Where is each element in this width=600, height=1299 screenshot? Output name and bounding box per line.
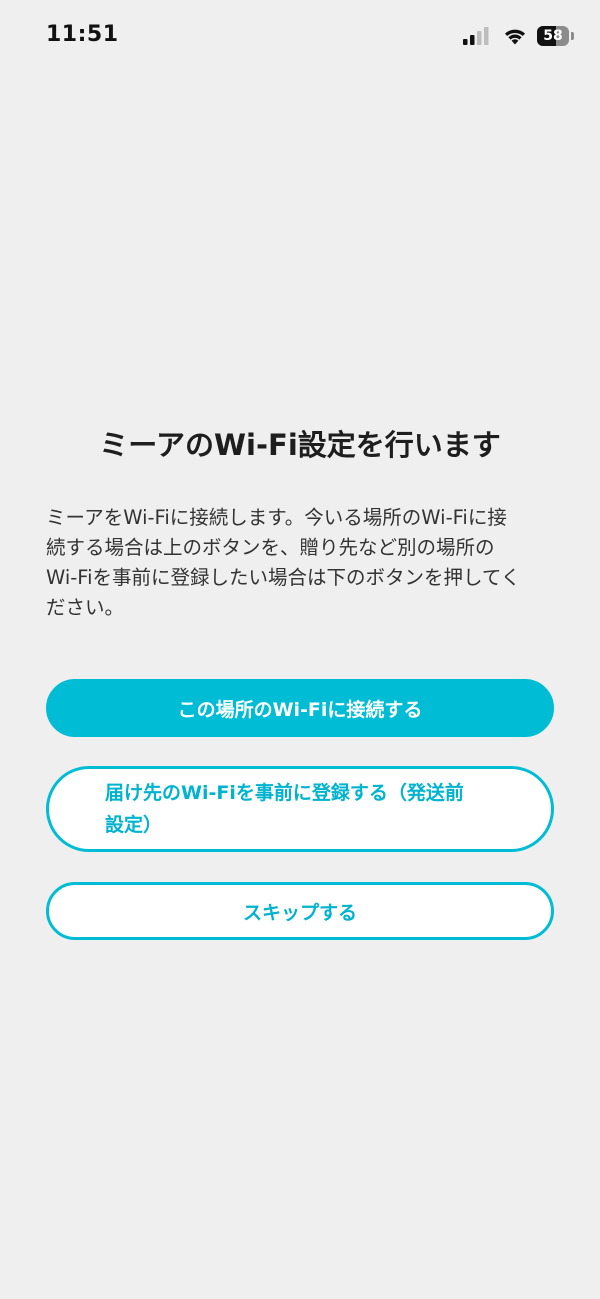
- cellular-signal-icon: [463, 27, 489, 45]
- page-title: ミーアのWi-Fi設定を行います: [99, 428, 501, 462]
- skip-button[interactable]: スキップする: [46, 882, 554, 940]
- battery-level: 58: [543, 28, 563, 44]
- battery-cap: [571, 32, 574, 40]
- register-destination-wifi-button[interactable]: 届け先のWi-Fiを事前に登録する（発送前 設定）: [46, 766, 554, 852]
- wifi-icon: [505, 29, 525, 45]
- status-indicators: 58: [463, 24, 574, 48]
- battery-indicator: 58: [537, 26, 574, 46]
- register-destination-wifi-label: 届け先のWi-Fiを事前に登録する（発送前 設定）: [105, 782, 464, 836]
- battery-icon: 58: [537, 26, 569, 46]
- connect-here-button[interactable]: この場所のWi-Fiに接続する: [46, 679, 554, 737]
- status-bar: 11:51 58: [0, 0, 600, 70]
- status-time: 11:51: [46, 22, 119, 47]
- description-text: ミーアをWi-Fiに接続します。今いる場所のWi-Fiに接 続する場合は上のボタ…: [46, 506, 521, 619]
